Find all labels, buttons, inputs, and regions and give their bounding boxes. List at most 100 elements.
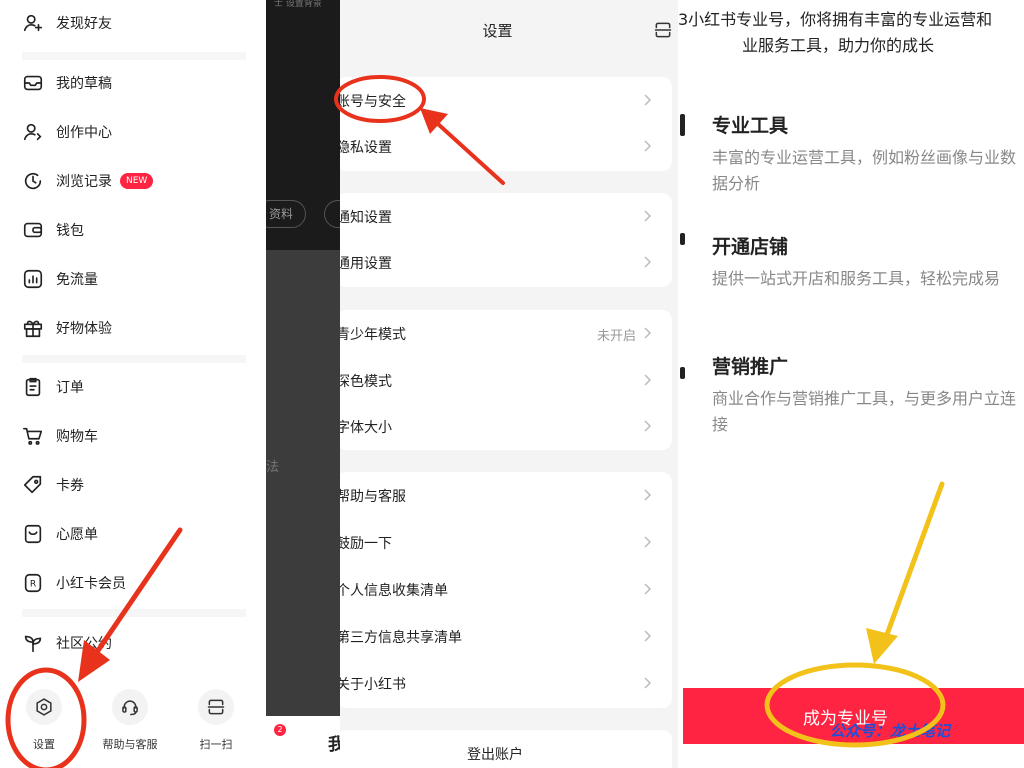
menu-item-label: 心愿单 [56, 527, 98, 543]
menu-item-label: 浏览记录 [56, 174, 112, 190]
feature-icon-edge [680, 114, 685, 136]
intro-text-line1: 3小红书专业号，你将拥有丰富的专业运营和 [678, 10, 993, 29]
menu-divider [22, 52, 246, 60]
menu-item-history[interactable]: 浏览记录 NEW [22, 166, 154, 196]
row-help-service[interactable]: 帮助与客服 [340, 472, 672, 518]
menu-item-wishlist[interactable]: 心愿单 [22, 519, 98, 549]
row-font-size[interactable]: 字体大小 [340, 403, 672, 449]
menu-item-wallet[interactable]: 钱包 [22, 215, 84, 245]
menu-item-orders[interactable]: 订单 [22, 372, 84, 402]
settings-group-about: 帮助与客服 鼓励一下 个人信息收集清单 第三方信息共享清单 关于小红书 [340, 472, 672, 708]
data-chart-icon [22, 268, 44, 290]
history-clock-icon [22, 170, 44, 192]
message-badge: 2 [274, 724, 286, 736]
row-encourage[interactable]: 鼓励一下 [340, 519, 672, 565]
settings-label: 设置 [33, 738, 55, 751]
intro-text-line2: 业服务工具，助力你的成长 [742, 36, 935, 55]
chevron-right-icon [644, 489, 652, 501]
row-label: 个人信息收集清单 [340, 583, 448, 599]
menu-item-label: 我的草稿 [56, 76, 112, 92]
menu-item-label: 创作中心 [56, 125, 112, 141]
row-third-party-list[interactable]: 第三方信息共享清单 [340, 613, 672, 659]
scan-icon[interactable] [653, 20, 673, 40]
top-strip-text: 士 设置背景 [274, 0, 322, 9]
chevron-right-icon [644, 583, 652, 595]
row-label: 账号与安全 [340, 94, 406, 110]
headset-icon [112, 689, 148, 725]
svg-text:R: R [30, 579, 37, 590]
row-label: 关于小红书 [340, 677, 406, 693]
chevron-right-icon [644, 630, 652, 642]
help-service-button[interactable]: 帮助与客服 [92, 689, 168, 752]
feature-icon-edge [680, 367, 685, 379]
feature-description: 提供一站式开店和服务工具，轻松完成易 [712, 269, 1001, 288]
menu-item-label: 免流量 [56, 272, 98, 288]
sprout-icon [22, 632, 44, 654]
menu-item-coupons[interactable]: 卡券 [22, 470, 84, 500]
menu-item-membership[interactable]: R 小红卡会员 [22, 568, 126, 598]
chevron-right-icon [644, 374, 652, 386]
feature-title: 专业工具 [712, 115, 789, 137]
background-tabbar: 2 我 [266, 716, 344, 768]
row-label: 通用设置 [340, 256, 392, 272]
row-notifications[interactable]: 通知设置 [340, 193, 672, 239]
menu-item-label: 购物车 [56, 429, 98, 445]
logout-button[interactable]: 登出账户 [340, 730, 672, 768]
menu-item-label: 好物体验 [56, 321, 112, 337]
logout-label: 登出账户 [467, 747, 523, 763]
pro-account-screen: 3小红书专业号，你将拥有丰富的专业运营和 业服务工具，助力你的成长 专业工具 丰… [678, 0, 1024, 768]
menu-item-label: 社区公约 [56, 636, 112, 652]
chevron-right-icon [644, 94, 652, 106]
row-personal-info-list[interactable]: 个人信息收集清单 [340, 566, 672, 612]
row-value: 未开启 [596, 329, 636, 344]
menu-item-find-friends[interactable]: 发现好友 [22, 8, 112, 38]
gear-icon [26, 689, 62, 725]
chevron-right-icon [644, 536, 652, 548]
scan-label: 扫一扫 [199, 738, 233, 751]
r-card-icon: R [22, 572, 44, 594]
menu-item-label: 订单 [56, 380, 84, 396]
row-privacy[interactable]: 隐私设置 [340, 123, 672, 169]
menu-item-free-data[interactable]: 免流量 [22, 264, 98, 294]
row-label: 第三方信息共享清单 [340, 630, 462, 646]
settings-header: 设置 [340, 0, 678, 60]
settings-button[interactable]: 设置 [6, 689, 82, 752]
menu-item-drafts[interactable]: 我的草稿 [22, 68, 112, 98]
row-label: 通知设置 [340, 210, 392, 226]
feature-title: 开通店铺 [712, 236, 789, 258]
screenshot-collage: 发现好友 我的草稿 创作中心 浏览记录 NEW 钱包 免流量 好物体验 订单 购… [0, 0, 1024, 768]
menu-item-creator-center[interactable]: 创作中心 [22, 117, 112, 147]
drawer-bottom-tools: 设置 帮助与客服 扫一扫 [0, 685, 268, 768]
chevron-right-icon [644, 420, 652, 432]
side-drawer: 发现好友 我的草稿 创作中心 浏览记录 NEW 钱包 免流量 好物体验 订单 购… [0, 0, 268, 768]
row-label: 隐私设置 [340, 140, 392, 156]
row-general[interactable]: 通用设置 [340, 239, 672, 285]
feature-title: 营销推广 [712, 356, 789, 378]
chevron-right-icon [644, 327, 652, 339]
row-label: 深色模式 [340, 374, 392, 390]
row-teen-mode[interactable]: 青少年模式 未开启 [340, 310, 672, 356]
row-label: 青少年模式 [340, 327, 406, 343]
gift-box-icon [22, 317, 44, 339]
menu-item-cart[interactable]: 购物车 [22, 421, 98, 451]
scan-button[interactable]: 扫一扫 [178, 689, 254, 752]
coupon-tag-icon [22, 474, 44, 496]
menu-item-label: 钱包 [56, 223, 84, 239]
row-account-security[interactable]: 账号与安全 [340, 77, 672, 123]
menu-divider [22, 355, 246, 363]
drafts-tray-icon [22, 72, 44, 94]
row-dark-mode[interactable]: 深色模式 [340, 357, 672, 403]
help-label: 帮助与客服 [102, 738, 158, 751]
row-label: 字体大小 [340, 420, 392, 436]
settings-screen: 设置 账号与安全 隐私设置 通知设置 通用设置 青少年模式 未开启 深色模式 字… [340, 0, 678, 768]
feature-description: 商业合作与营销推广工具，与更多用户立连接 [712, 389, 1017, 434]
menu-item-label: 小红卡会员 [56, 576, 126, 592]
menu-item-label: 发现好友 [56, 16, 112, 32]
wishlist-icon [22, 523, 44, 545]
row-about[interactable]: 关于小红书 [340, 660, 672, 706]
background-text: 法 [266, 460, 280, 475]
row-label: 鼓励一下 [340, 536, 392, 552]
scan-icon [198, 689, 234, 725]
menu-item-community-guidelines[interactable]: 社区公约 [22, 628, 112, 658]
menu-item-product-trial[interactable]: 好物体验 [22, 313, 112, 343]
